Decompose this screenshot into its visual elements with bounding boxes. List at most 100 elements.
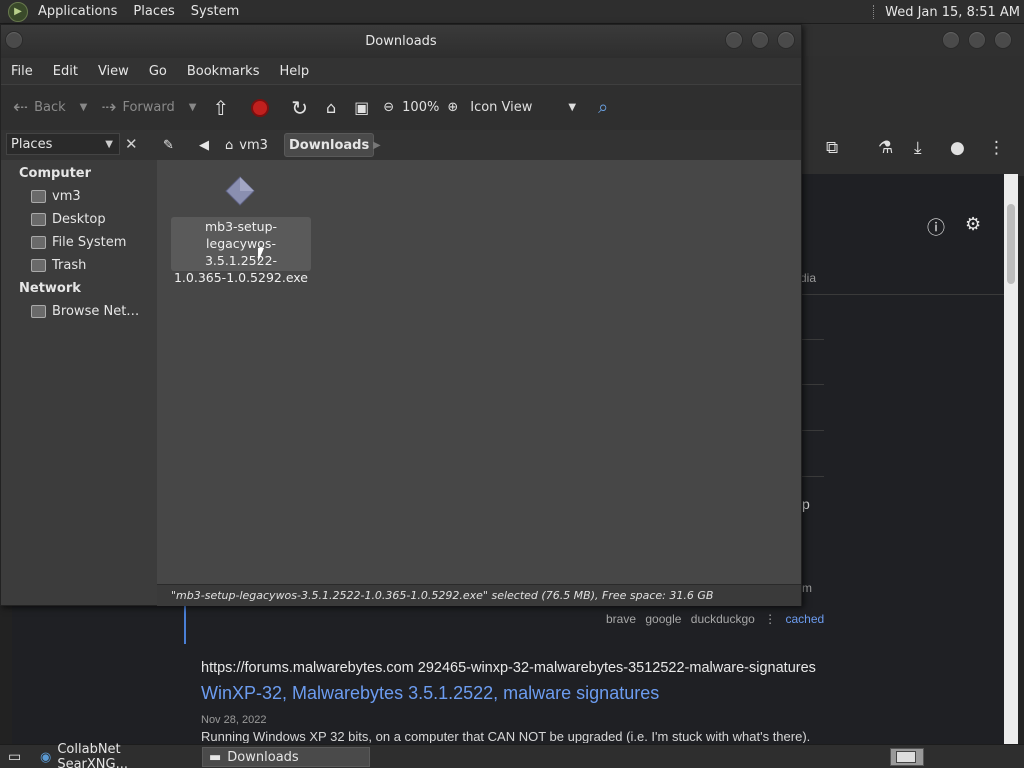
back-label: Back (34, 100, 66, 115)
places-menu[interactable]: Places (125, 0, 182, 24)
home-folder-icon[interactable]: ⌂ (326, 98, 336, 117)
toolbar: ⇠ Back ▼ ⇢ Forward ▼ ⇧ ↻ ⌂ ▣ ⊖ 100% ⊕ Ic… (1, 84, 801, 130)
zoom-in-icon[interactable]: ⊕ (447, 100, 458, 115)
sidebar-heading-network: Network (19, 281, 81, 296)
page-scrollbar[interactable] (1004, 174, 1018, 744)
settings-gear-icon[interactable]: ⚙ (965, 214, 981, 235)
edit-location-icon[interactable]: ✎ (163, 133, 174, 157)
menu-help[interactable]: Help (269, 64, 319, 79)
breadcrumb-left-arrow-icon[interactable]: ◀ (199, 133, 209, 157)
close-button[interactable] (994, 31, 1012, 49)
menu-file[interactable]: File (1, 64, 43, 79)
system-menu[interactable]: System (183, 0, 247, 24)
view-mode-dropdown-icon[interactable]: ▼ (568, 102, 576, 113)
search-icon[interactable]: ⌕ (598, 97, 608, 118)
folder-icon: ▬ (209, 749, 222, 765)
panel-menu: Applications Places System (30, 0, 247, 24)
top-panel: ▶ Applications Places System Wed Jan 15,… (0, 0, 1024, 24)
back-history-arrow-icon[interactable]: ▼ (80, 102, 88, 113)
applications-menu[interactable]: Applications (30, 0, 125, 24)
zoom-out-icon[interactable]: ⊖ (383, 100, 394, 115)
file-name-line: mb3-setup- (204, 219, 278, 234)
scrollbar-thumb[interactable] (1007, 204, 1015, 284)
menubar: File Edit View Go Bookmarks Help (1, 58, 801, 84)
divider (802, 476, 824, 477)
window-menu-button[interactable] (5, 31, 23, 49)
engine-label: google (645, 612, 682, 626)
back-button[interactable]: ⇠ Back (13, 97, 66, 118)
breadcrumb-vm3[interactable]: ⌂ vm3 (225, 133, 268, 157)
executable-file-icon (225, 176, 255, 206)
tab-fragment: dia (800, 271, 817, 285)
engine-label: duckduckgo (690, 612, 755, 626)
minimize-button[interactable] (725, 31, 743, 49)
text-fragment: m (802, 581, 812, 595)
view-mode-select[interactable]: Icon View (470, 100, 532, 115)
browser-toolbar: ⧉ ⚗ ⤓ ● ⋮ (800, 56, 1024, 176)
menu-view[interactable]: View (88, 64, 139, 79)
result-snippet: Running Windows XP 32 bits, on a compute… (201, 729, 811, 743)
text-fragment: p (802, 496, 810, 512)
desktop-icon (31, 213, 46, 226)
up-arrow-icon[interactable]: ⇧ (212, 96, 229, 120)
panel-tray: Wed Jan 15, 8:51 AM (873, 0, 1020, 24)
show-desktop-icon[interactable]: ▭ (2, 747, 27, 767)
forward-history-arrow-icon[interactable]: ▼ (189, 102, 197, 113)
sidebar-item-trash[interactable]: Trash (31, 258, 86, 273)
taskbar-item-browser[interactable]: ◉ CollabNet SearXNG... (34, 742, 200, 768)
result-engines: brave google duckduckgo ⋮ cached (606, 612, 830, 626)
maximize-button[interactable] (968, 31, 986, 49)
clock[interactable]: Wed Jan 15, 8:51 AM (885, 5, 1020, 20)
panel-separator (873, 5, 875, 19)
sidebar-item-browse-network[interactable]: Browse Net… (31, 304, 139, 319)
trash-icon (31, 259, 46, 272)
sidebar-item-vm3[interactable]: vm3 (31, 189, 81, 204)
forward-button[interactable]: ⇢ Forward (101, 97, 174, 118)
mouse-pointer (258, 248, 270, 262)
sidebar-type-label: Places (11, 136, 53, 152)
file-name-label[interactable]: mb3-setup- legacywos-3.5.1.2522- 1.0.365… (171, 217, 311, 285)
taskbar-item-label: Downloads (227, 749, 299, 765)
extensions-icon[interactable]: ⧉ (826, 138, 838, 158)
sidebar-item-label: Browse Net… (52, 304, 140, 319)
download-icon[interactable]: ⤓ (914, 138, 922, 158)
workspace-window-thumb (896, 751, 916, 763)
menu-kebab-icon[interactable]: ⋮ (988, 138, 1005, 158)
minimize-button[interactable] (942, 31, 960, 49)
browser-titlebar (800, 24, 1024, 56)
computer-icon[interactable]: ▣ (354, 98, 369, 117)
menu-edit[interactable]: Edit (43, 64, 88, 79)
result-date: Nov 28, 2022 (201, 714, 267, 726)
result-url[interactable]: https://forums.malwarebytes.com 292465-w… (201, 660, 816, 676)
info-icon[interactable]: ⓘ (927, 214, 945, 240)
sidebar-type-select[interactable]: Places ▼ (6, 133, 120, 155)
breadcrumb-downloads[interactable]: Downloads (284, 133, 375, 157)
home-folder-icon: ⌂ (225, 137, 234, 153)
menu-go[interactable]: Go (139, 64, 177, 79)
account-icon[interactable]: ● (950, 138, 965, 158)
taskbar-item-downloads[interactable]: ▬ Downloads (202, 747, 370, 767)
zoom-level[interactable]: 100% (402, 100, 439, 115)
arrow-right-icon: ⇢ (101, 97, 117, 118)
gnome-foot-icon[interactable]: ▶ (8, 1, 28, 22)
cached-link[interactable]: cached (786, 612, 825, 626)
stop-icon[interactable] (251, 98, 270, 117)
reload-icon[interactable]: ↻ (291, 96, 308, 120)
menu-bookmarks[interactable]: Bookmarks (177, 64, 270, 79)
maximize-button[interactable] (751, 31, 769, 49)
file-view[interactable]: mb3-setup- legacywos-3.5.1.2522- 1.0.365… (157, 160, 801, 604)
file-name-line: legacywos-3.5.1.2522- (204, 236, 278, 268)
sidebar-item-desktop[interactable]: Desktop (31, 212, 106, 227)
status-bar: "mb3-setup-legacywos-3.5.1.2522-1.0.365-… (157, 584, 801, 606)
close-sidebar-icon[interactable]: ✕ (125, 135, 138, 153)
window-titlebar[interactable]: Downloads (1, 25, 801, 58)
file-name-line: 1.0.365-1.0.5292.exe (173, 270, 309, 285)
result-title-link[interactable]: WinXP-32, Malwarebytes 3.5.1.2522, malwa… (201, 683, 659, 704)
sidebar-heading-computer: Computer (19, 166, 92, 181)
engines-separator: ⋮ (764, 612, 777, 626)
forward-label: Forward (122, 100, 175, 115)
sidebar-item-file-system[interactable]: File System (31, 235, 126, 250)
close-button[interactable] (777, 31, 795, 49)
breadcrumb-right-arrow-icon[interactable]: ▶ (373, 133, 381, 157)
labs-flask-icon[interactable]: ⚗ (878, 138, 893, 158)
